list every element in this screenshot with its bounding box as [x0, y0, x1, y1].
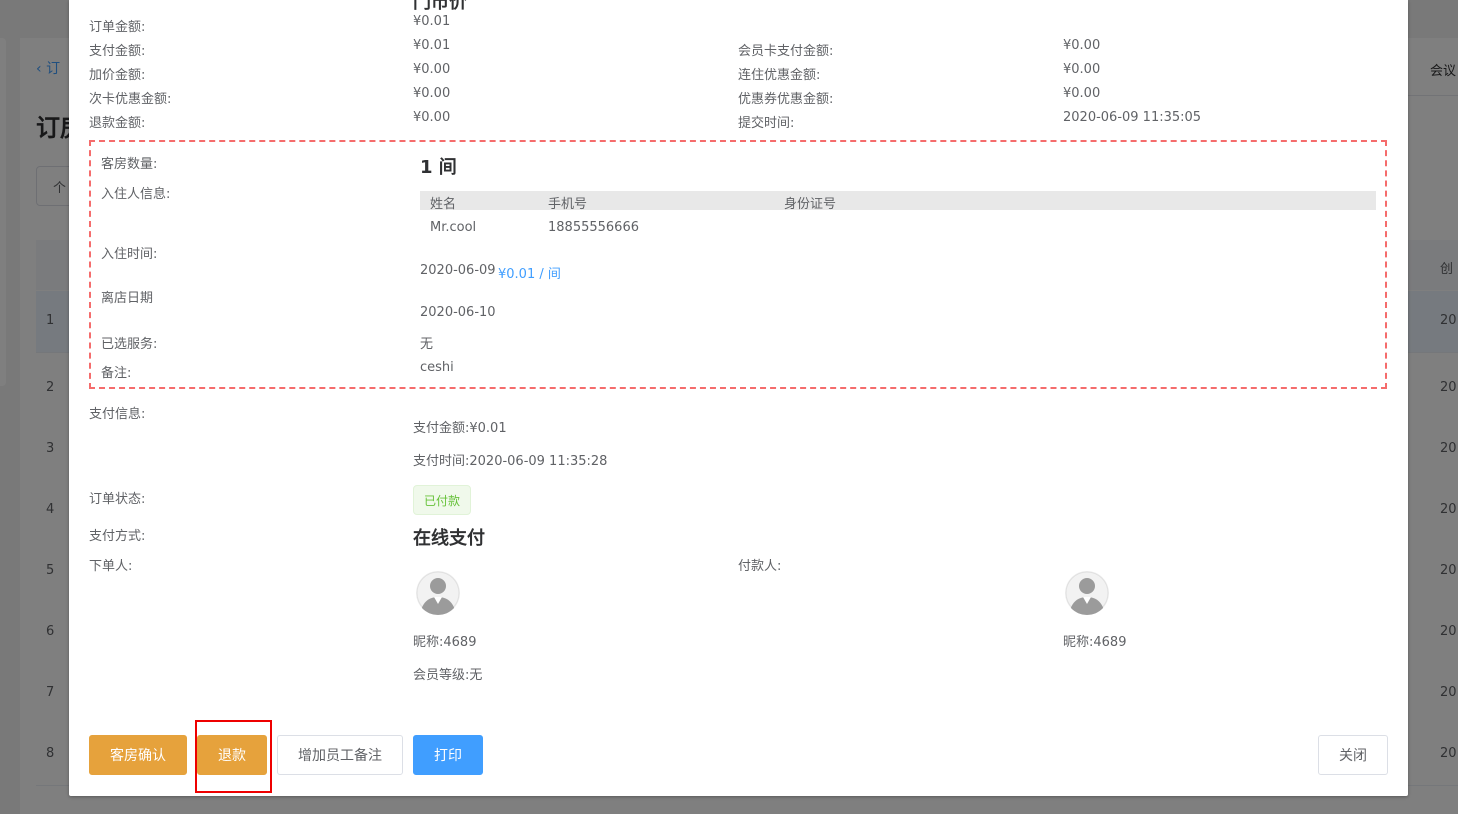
submit-time-value: 2020-06-09 11:35:05	[1063, 110, 1202, 125]
services-value: 无	[420, 337, 434, 352]
stay-discount-label: 连住优惠金额:	[738, 68, 821, 83]
card-discount-label: 次卡优惠金额:	[89, 92, 172, 107]
order-status-label: 订单状态:	[89, 492, 146, 507]
services-label: 已选服务:	[101, 337, 158, 352]
markup-amount-label: 加价金额:	[89, 68, 146, 83]
guest-col-phone: 手机号	[548, 197, 588, 212]
user-avatar-icon	[1065, 571, 1109, 615]
guest-name: Mr.cool	[430, 220, 477, 235]
guest-info-label: 入住人信息:	[101, 187, 171, 202]
payment-info-label: 支付信息:	[89, 407, 146, 422]
payer-nickname: 昵称:4689	[1063, 635, 1127, 650]
stay-discount-value: ¥0.00	[1063, 62, 1101, 77]
remark-label: 备注:	[101, 366, 132, 381]
payment-method-value: 在线支付	[413, 528, 485, 549]
refund-amount-value: ¥0.00	[413, 110, 451, 125]
room-count-label: 客房数量:	[101, 157, 158, 172]
card-discount-value: ¥0.00	[413, 86, 451, 101]
confirm-room-button[interactable]: 客房确认	[89, 735, 187, 775]
orderer-nickname: 昵称:4689	[413, 635, 477, 650]
coupon-discount-value: ¥0.00	[1063, 86, 1101, 101]
submit-time-label: 提交时间:	[738, 116, 795, 131]
print-button[interactable]: 打印	[413, 735, 483, 775]
add-staff-note-button[interactable]: 增加员工备注	[277, 735, 403, 775]
payment-method-label: 支付方式:	[89, 529, 146, 544]
refund-highlight-box	[195, 720, 272, 793]
status-badge: 已付款	[413, 485, 472, 515]
checkin-label: 入住时间:	[101, 247, 158, 262]
close-button[interactable]: 关闭	[1318, 735, 1388, 775]
member-card-pay-value: ¥0.00	[1063, 38, 1101, 53]
room-info-highlight	[89, 140, 1387, 389]
guest-table-header: 姓名 手机号 身份证号	[420, 191, 1376, 212]
payer-avatar	[1065, 571, 1109, 615]
checkout-label: 离店日期	[101, 291, 154, 306]
order-amount-value: ¥0.01	[413, 14, 451, 29]
orderer-label: 下单人:	[89, 559, 133, 574]
room-count-value: 1 间	[420, 157, 457, 178]
guest-phone: 18855556666	[548, 220, 639, 235]
payer-label: 付款人:	[738, 559, 782, 574]
member-card-pay-label: 会员卡支付金额:	[738, 44, 834, 59]
pay-amount-value: ¥0.01	[413, 38, 451, 53]
checkin-date: 2020-06-09	[420, 263, 496, 278]
payment-time: 支付时间:2020-06-09 11:35:28	[413, 454, 608, 469]
payment-amount: 支付金额:¥0.01	[413, 421, 507, 436]
checkin-price: ¥0.01 / 间	[498, 267, 561, 282]
checkout-date: 2020-06-10	[420, 305, 496, 320]
remark-value: ceshi	[420, 360, 454, 375]
guest-col-id: 身份证号	[784, 197, 837, 212]
markup-amount-value: ¥0.00	[413, 62, 451, 77]
guest-col-name: 姓名	[430, 197, 457, 212]
coupon-discount-label: 优惠券优惠金额:	[738, 92, 834, 107]
orderer-member-level: 会员等级:无	[413, 668, 483, 683]
refund-amount-label: 退款金额:	[89, 116, 146, 131]
orderer-avatar	[416, 571, 460, 615]
user-avatar-icon	[416, 571, 460, 615]
order-detail-dialog: 门市价 订单金额: ¥0.01 支付金额: ¥0.01 加价金额: ¥0.00 …	[69, 0, 1408, 796]
guest-table-row: Mr.cool 18855556666	[420, 218, 1376, 240]
rack-rate-heading: 门市价	[413, 0, 467, 13]
order-amount-label: 订单金额:	[89, 20, 146, 35]
pay-amount-label: 支付金额:	[89, 44, 146, 59]
